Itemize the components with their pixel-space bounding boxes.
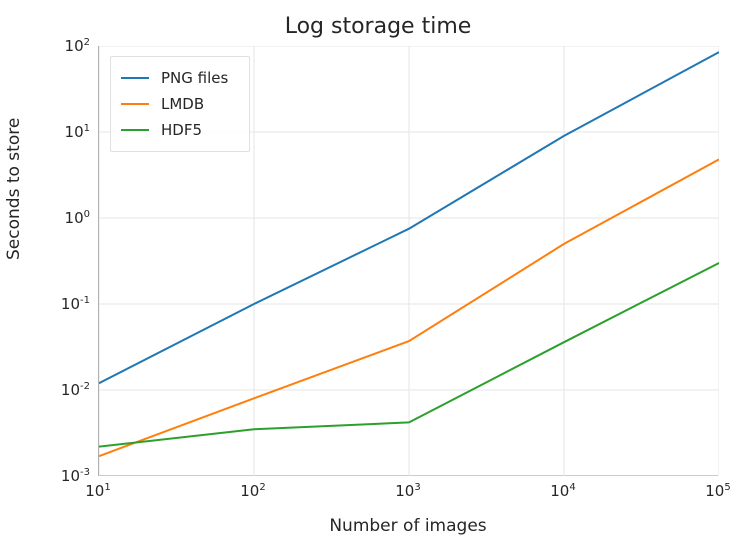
legend-label: PNG files: [161, 69, 228, 87]
y-tick-label: 10-3: [6, 467, 90, 485]
legend-swatch: [121, 129, 149, 131]
legend-label: HDF5: [161, 121, 202, 139]
x-tick-label: 105: [705, 482, 730, 500]
legend-swatch: [121, 103, 149, 105]
legend-swatch: [121, 77, 149, 79]
legend-entry: HDF5: [121, 117, 239, 143]
legend: PNG files LMDB HDF5: [110, 56, 250, 152]
y-tick-label: 10-1: [6, 295, 90, 313]
x-tick-label: 104: [550, 482, 575, 500]
y-tick-label: 100: [6, 209, 90, 227]
y-tick-label: 102: [6, 37, 90, 55]
y-tick-label: 101: [6, 123, 90, 141]
legend-entry: PNG files: [121, 65, 239, 91]
x-tick-label: 102: [240, 482, 265, 500]
chart-title: Log storage time: [0, 14, 756, 39]
y-tick-label: 10-2: [6, 381, 90, 399]
legend-entry: LMDB: [121, 91, 239, 117]
x-tick-label: 103: [395, 482, 420, 500]
chart-container: Log storage time Seconds to store Number…: [0, 0, 756, 553]
legend-label: LMDB: [161, 95, 204, 113]
x-axis-label: Number of images: [98, 516, 718, 536]
